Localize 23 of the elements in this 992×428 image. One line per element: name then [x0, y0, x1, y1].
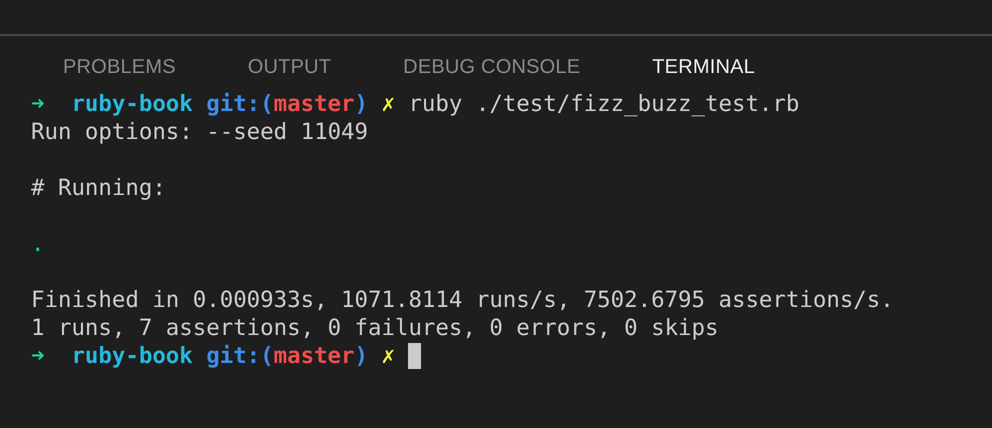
terminal-cursor: [408, 343, 422, 369]
dirty-mark: ✗: [381, 90, 395, 118]
git-label: ): [354, 90, 368, 118]
prompt-directory: ruby-book: [71, 342, 193, 370]
panel-tab[interactable]: OUTPUT: [248, 54, 332, 80]
git-label: git:(: [206, 342, 274, 370]
test-result: .: [31, 230, 44, 258]
terminal-command: ruby ./test/fizz_buzz_test.rb: [408, 90, 800, 118]
panel-tab[interactable]: PROBLEMS: [63, 54, 176, 80]
panel-tab[interactable]: DEBUG CONSOLE: [403, 54, 580, 80]
prompt-arrow: ➜: [31, 342, 44, 370]
terminal-output: Finished in 0.000933s, 1071.8114 runs/s, 7502.6795 assertions/s.: [31, 286, 894, 314]
prompt-directory: ruby-book: [71, 90, 193, 118]
prompt-arrow: ➜: [31, 90, 44, 118]
git-branch: master: [274, 90, 355, 118]
git-label: git:(: [206, 90, 274, 118]
git-label: ): [354, 342, 368, 370]
panel-tab[interactable]: TERMINAL: [652, 54, 755, 80]
terminal-output: # Running:: [31, 174, 166, 202]
terminal-output: 1 runs, 7 assertions, 0 failures, 0 errors, 0 skips: [31, 314, 718, 342]
git-branch: master: [274, 342, 355, 370]
dirty-mark: ✗: [381, 342, 395, 370]
terminal-output: Run options: --seed 11049: [31, 118, 368, 146]
